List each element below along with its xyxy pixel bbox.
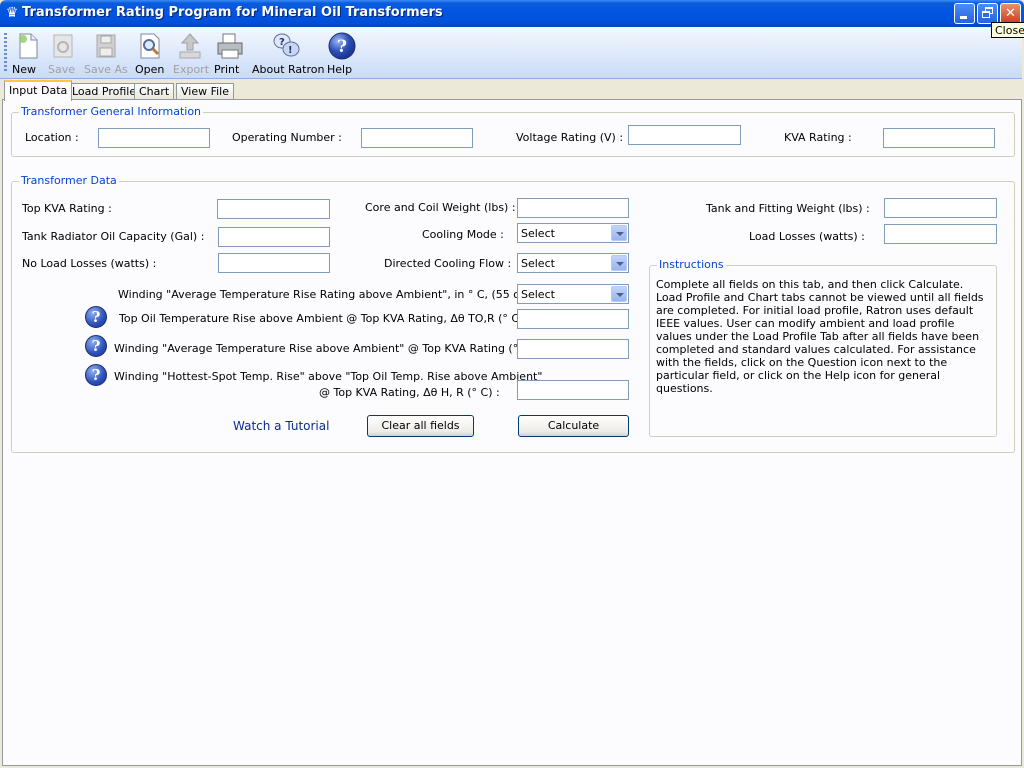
load-losses-label: Load Losses (watts) : bbox=[749, 230, 865, 243]
winding-avg-rating-label: Winding "Average Temperature Rise Rating… bbox=[118, 288, 554, 301]
hotspot-input[interactable] bbox=[517, 380, 629, 400]
voltage-rating-label: Voltage Rating (V) : bbox=[516, 131, 624, 144]
save-button[interactable]: Save bbox=[48, 31, 78, 77]
svg-text:?: ? bbox=[279, 37, 285, 48]
export-button[interactable]: Export bbox=[173, 31, 210, 77]
open-button[interactable]: Open bbox=[135, 31, 165, 77]
print-button[interactable]: Print bbox=[214, 31, 246, 77]
tank-radiator-label: Tank Radiator Oil Capacity (Gal) : bbox=[22, 230, 205, 243]
save-label: Save bbox=[48, 63, 76, 76]
input-data-panel: Transformer General Information Location… bbox=[2, 99, 1022, 766]
window-title: Transformer Rating Program for Mineral O… bbox=[22, 5, 443, 20]
instructions-text: Complete all fields on this tab, and the… bbox=[656, 278, 984, 395]
no-load-losses-input[interactable] bbox=[218, 253, 330, 273]
tank-fitting-weight-label: Tank and Fitting Weight (lbs) : bbox=[706, 202, 870, 215]
general-info-title: Transformer General Information bbox=[19, 105, 204, 118]
toolbar-grip[interactable] bbox=[4, 33, 7, 73]
transformer-data-group: Transformer Data Top KVA Rating : Tank R… bbox=[11, 174, 1015, 453]
winding-avg-rise-input[interactable] bbox=[517, 339, 629, 359]
core-coil-weight-input[interactable] bbox=[517, 198, 629, 218]
operating-number-input[interactable] bbox=[361, 128, 473, 148]
instructions-group: Instructions Complete all fields on this… bbox=[649, 258, 997, 437]
chevron-down-icon[interactable] bbox=[611, 255, 627, 271]
voltage-rating-input[interactable] bbox=[628, 125, 741, 145]
winding-avg-rise-label: Winding "Average Temperature Rise above … bbox=[114, 342, 541, 355]
export-label: Export bbox=[173, 63, 210, 76]
operating-number-label: Operating Number : bbox=[232, 131, 342, 144]
top-kva-label: Top KVA Rating : bbox=[22, 202, 112, 215]
tank-fitting-weight-input[interactable] bbox=[884, 198, 997, 218]
about-ratron-label: About Ratron bbox=[252, 63, 325, 76]
help-button[interactable]: ? Help bbox=[327, 31, 357, 77]
printer-icon bbox=[215, 31, 245, 61]
top-oil-rise-label: Top Oil Temperature Rise above Ambient @… bbox=[119, 312, 531, 325]
calculate-button[interactable]: Calculate bbox=[518, 415, 629, 437]
floppy-disk-icon bbox=[48, 31, 78, 61]
instructions-title: Instructions bbox=[657, 258, 726, 271]
directed-cooling-flow-value: Select bbox=[521, 257, 555, 270]
hotspot-help-icon[interactable]: ? bbox=[85, 364, 107, 386]
close-button[interactable]: ✕ bbox=[1000, 3, 1021, 24]
new-button[interactable]: New bbox=[12, 31, 44, 77]
location-label: Location : bbox=[25, 131, 79, 144]
magnifier-document-icon bbox=[135, 31, 165, 61]
new-document-icon bbox=[13, 31, 43, 61]
tab-chart[interactable]: Chart bbox=[134, 83, 175, 100]
save-as-button[interactable]: Save As bbox=[84, 31, 130, 77]
chevron-down-icon[interactable] bbox=[611, 286, 627, 302]
help-circle-icon: ? bbox=[327, 31, 357, 61]
print-label: Print bbox=[214, 63, 240, 76]
save-as-label: Save As bbox=[84, 63, 128, 76]
no-load-losses-label: No Load Losses (watts) : bbox=[22, 257, 157, 270]
tab-strip: Input Data Load Profile Chart View File bbox=[0, 80, 1024, 101]
new-label: New bbox=[12, 63, 36, 76]
load-losses-input[interactable] bbox=[884, 224, 997, 244]
directed-cooling-flow-select[interactable]: Select bbox=[517, 253, 629, 273]
chevron-down-icon[interactable] bbox=[611, 225, 627, 241]
minimize-button[interactable] bbox=[954, 3, 975, 24]
cooling-mode-label: Cooling Mode : bbox=[422, 228, 504, 241]
minimize-icon bbox=[955, 4, 974, 23]
general-info-group: Transformer General Information Location… bbox=[11, 105, 1015, 157]
open-label: Open bbox=[135, 63, 165, 76]
hotspot-label-line1: Winding "Hottest-Spot Temp. Rise" above … bbox=[114, 370, 543, 383]
cooling-mode-value: Select bbox=[521, 227, 555, 240]
crown-icon: ♛ bbox=[5, 5, 19, 21]
top-kva-input[interactable] bbox=[217, 199, 330, 219]
top-oil-rise-input[interactable] bbox=[517, 309, 629, 329]
restore-icon bbox=[978, 4, 997, 23]
export-arrow-icon bbox=[175, 31, 205, 61]
restore-button[interactable] bbox=[977, 3, 998, 24]
watch-tutorial-link[interactable]: Watch a Tutorial bbox=[233, 419, 329, 433]
transformer-data-title: Transformer Data bbox=[19, 174, 119, 187]
toolbar: New Save Save As Open Export Print ?! Ab… bbox=[0, 27, 1022, 79]
floppy-disk-save-as-icon bbox=[92, 31, 122, 61]
close-icon: ✕ bbox=[1005, 6, 1016, 21]
hotspot-label-line2: @ Top KVA Rating, Δθ H, R (° C) : bbox=[319, 386, 500, 399]
winding-avg-help-icon[interactable]: ? bbox=[85, 335, 107, 357]
kva-rating-input[interactable] bbox=[883, 128, 995, 148]
help-label: Help bbox=[327, 63, 353, 76]
kva-rating-label: KVA Rating : bbox=[784, 131, 852, 144]
svg-text:!: ! bbox=[288, 45, 293, 56]
winding-avg-rating-value: Select bbox=[521, 288, 555, 301]
about-ratron-button[interactable]: ?! About Ratron bbox=[252, 31, 324, 77]
directed-cooling-flow-label: Directed Cooling Flow : bbox=[384, 257, 512, 270]
title-bar: ♛ Transformer Rating Program for Mineral… bbox=[0, 0, 1024, 27]
tab-view-file[interactable]: View File bbox=[176, 83, 235, 100]
tab-input-data[interactable]: Input Data bbox=[4, 80, 73, 101]
winding-avg-rating-select[interactable]: Select bbox=[517, 284, 629, 304]
svg-text:?: ? bbox=[337, 37, 347, 57]
close-tooltip: Close bbox=[991, 22, 1024, 38]
question-bubbles-icon: ?! bbox=[271, 31, 301, 61]
location-input[interactable] bbox=[98, 128, 210, 148]
tab-load-profile[interactable]: Load Profile bbox=[67, 83, 142, 100]
top-oil-help-icon[interactable]: ? bbox=[85, 306, 107, 328]
cooling-mode-select[interactable]: Select bbox=[517, 223, 629, 243]
tank-radiator-input[interactable] bbox=[218, 227, 330, 247]
core-coil-weight-label: Core and Coil Weight (lbs) : bbox=[365, 201, 516, 214]
clear-all-fields-button[interactable]: Clear all fields bbox=[367, 415, 474, 437]
